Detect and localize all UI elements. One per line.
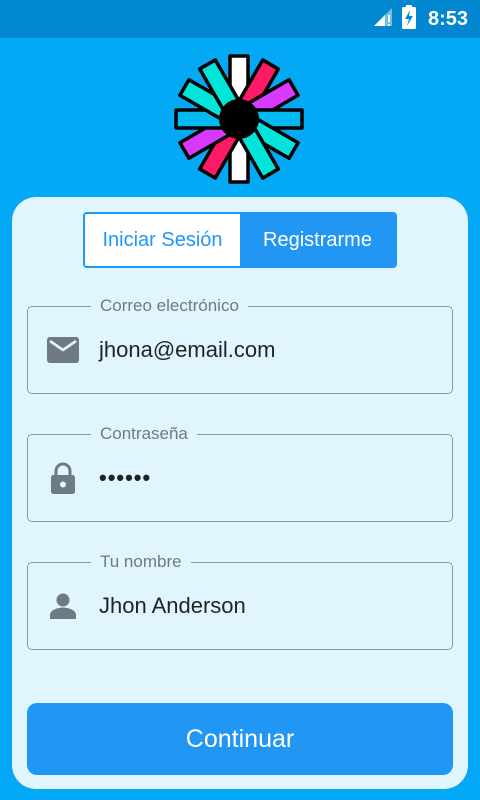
name-field[interactable]: Tu nombre Jhon Anderson xyxy=(27,552,453,650)
name-input[interactable]: Jhon Anderson xyxy=(99,563,442,649)
person-icon xyxy=(46,563,80,649)
auth-card: Iniciar Sesión Registrarme Correo electr… xyxy=(12,197,468,789)
auth-mode-toggle: Iniciar Sesión Registrarme xyxy=(83,212,397,268)
status-icons: 8:53 xyxy=(372,0,468,38)
status-bar: 8:53 xyxy=(0,0,480,38)
register-tab[interactable]: Registrarme xyxy=(240,214,395,266)
login-tab[interactable]: Iniciar Sesión xyxy=(85,214,240,266)
colorful-asterisk-logo xyxy=(172,52,306,186)
email-icon xyxy=(46,307,80,393)
signal-icon xyxy=(372,6,394,33)
email-field[interactable]: Correo electrónico jhona@email.com xyxy=(27,296,453,394)
status-time: 8:53 xyxy=(427,7,468,30)
continue-button[interactable]: Continuar xyxy=(27,703,453,775)
password-field[interactable]: Contraseña •••••• xyxy=(27,424,453,522)
email-input[interactable]: jhona@email.com xyxy=(99,307,442,393)
battery-charging-icon xyxy=(401,4,416,34)
lock-icon xyxy=(46,435,80,521)
password-input[interactable]: •••••• xyxy=(99,435,442,521)
